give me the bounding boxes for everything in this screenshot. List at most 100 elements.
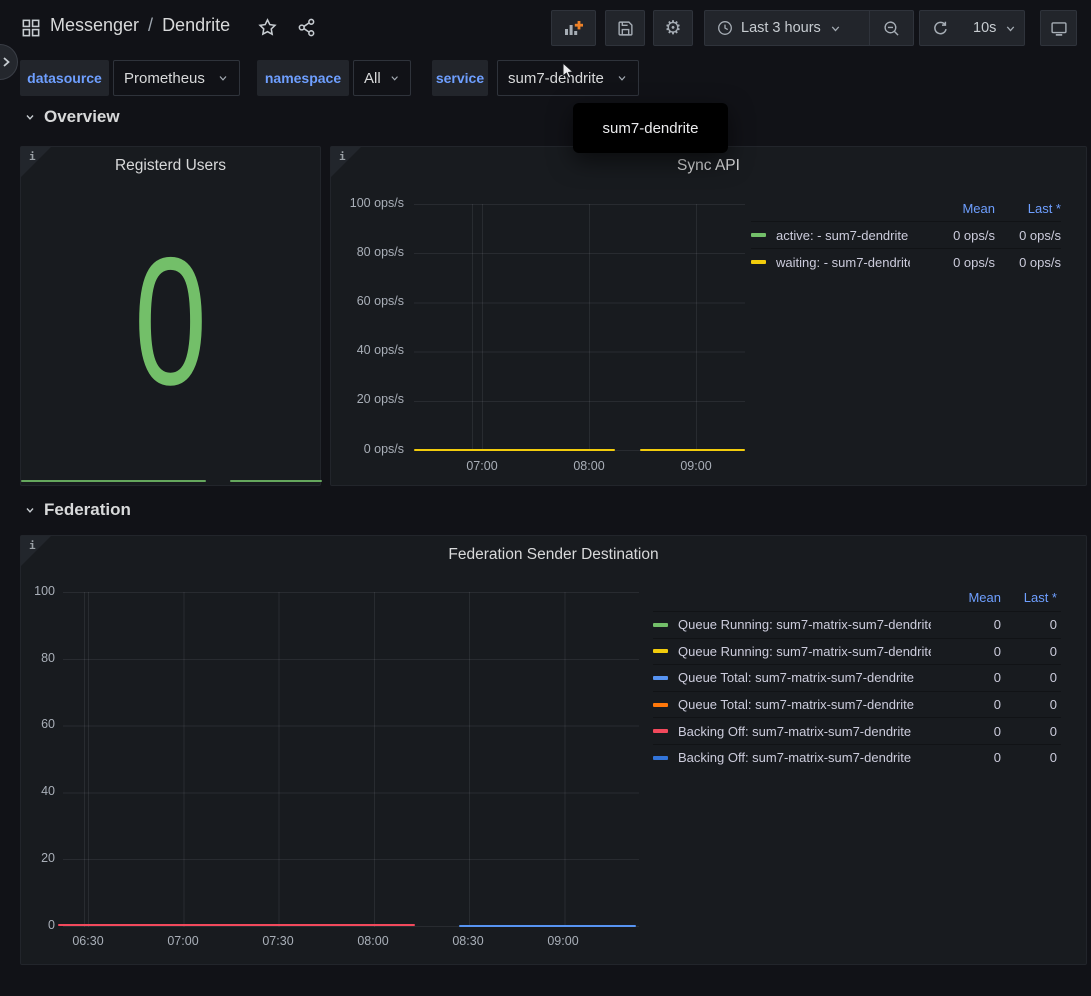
section-overview[interactable]: Overview bbox=[24, 107, 120, 127]
share-icon[interactable] bbox=[297, 18, 316, 37]
time-range-picker[interactable]: Last 3 hours bbox=[705, 11, 869, 45]
legend-header-row: Mean Last * bbox=[751, 195, 1061, 221]
y-tick: 100 bbox=[23, 584, 55, 598]
chevron-down-icon bbox=[24, 111, 36, 123]
dashboard-settings-button[interactable]: ⚙ bbox=[653, 10, 693, 46]
legend-row: Queue Total: sum7-matrix-sum7-dendrite 0… bbox=[653, 664, 1061, 691]
breadcrumb-folder[interactable]: Messenger bbox=[50, 15, 139, 36]
legend-mean-value: 0 bbox=[931, 697, 1001, 712]
legend-mean-header[interactable]: Mean bbox=[910, 201, 995, 216]
variable-label-datasource[interactable]: datasource bbox=[20, 60, 109, 96]
chevron-down-icon bbox=[1004, 22, 1017, 35]
legend-last-header[interactable]: Last * bbox=[995, 201, 1061, 216]
x-tick: 07:30 bbox=[250, 934, 306, 948]
legend-mean-value: 0 bbox=[931, 724, 1001, 739]
x-tick: 09:00 bbox=[668, 459, 724, 473]
y-tick: 80 bbox=[23, 651, 55, 665]
zoom-out-time-button[interactable] bbox=[870, 11, 913, 45]
breadcrumb-separator: / bbox=[148, 15, 153, 36]
stat-value: 0 bbox=[63, 197, 278, 445]
clock-icon bbox=[717, 20, 733, 36]
section-federation[interactable]: Federation bbox=[24, 500, 131, 520]
gear-icon: ⚙ bbox=[664, 19, 681, 38]
variable-value-namespace[interactable]: All bbox=[353, 60, 411, 96]
series-line-backing-off-red bbox=[58, 924, 415, 926]
chevron-down-icon bbox=[217, 72, 229, 84]
series-color-swatch bbox=[653, 649, 668, 653]
legend-series-label[interactable]: Queue Running: sum7-matrix-sum7-dendrite bbox=[678, 644, 931, 659]
x-tick: 06:30 bbox=[60, 934, 116, 948]
legend-row: Backing Off: sum7-matrix-sum7-dendrite 0… bbox=[653, 744, 1061, 771]
refresh-interval-picker[interactable]: 10s bbox=[961, 11, 1029, 45]
chevron-down-icon bbox=[389, 72, 400, 84]
panel-info-corner[interactable] bbox=[21, 536, 51, 566]
legend-series-label[interactable]: Queue Running: sum7-matrix-sum7-dendrite bbox=[678, 617, 931, 632]
sparkline-segment bbox=[230, 480, 322, 482]
y-tick: 0 ops/s bbox=[334, 442, 404, 456]
legend-series-label[interactable]: waiting: - sum7-dendrite bbox=[776, 255, 910, 270]
grafana-dashboard: Messenger / Dendrite ⚙ L bbox=[0, 0, 1091, 996]
y-tick: 0 bbox=[23, 918, 55, 932]
legend-table: Mean Last * Queue Running: sum7-matrix-s… bbox=[653, 583, 1061, 771]
legend-last-header[interactable]: Last * bbox=[1001, 590, 1061, 605]
legend-series-label[interactable]: Queue Total: sum7-matrix-sum7-dendrite bbox=[678, 697, 931, 712]
series-line-waiting bbox=[640, 449, 745, 451]
variable-label-service[interactable]: service bbox=[432, 60, 488, 96]
add-panel-button[interactable] bbox=[551, 10, 596, 46]
legend-row: active: - sum7-dendrite 0 ops/s 0 ops/s bbox=[751, 221, 1061, 248]
legend-row: Queue Total: sum7-matrix-sum7-dendrite 0… bbox=[653, 691, 1061, 718]
legend-last-value: 0 bbox=[1001, 644, 1061, 659]
breadcrumb-dashboard[interactable]: Dendrite bbox=[162, 15, 230, 36]
namespace-value-text: All bbox=[364, 70, 381, 87]
panel-title[interactable]: Federation Sender Destination bbox=[61, 546, 1046, 564]
x-tick: 07:00 bbox=[155, 934, 211, 948]
legend-mean-value: 0 ops/s bbox=[910, 228, 995, 243]
legend-row: waiting: - sum7-dendrite 0 ops/s 0 ops/s bbox=[751, 248, 1061, 275]
panel-info-corner[interactable] bbox=[21, 147, 51, 177]
legend-last-value: 0 bbox=[1001, 617, 1061, 632]
x-tick: 07:00 bbox=[454, 459, 510, 473]
y-tick: 40 ops/s bbox=[334, 343, 404, 357]
panel-title[interactable]: Sync API bbox=[371, 157, 1046, 175]
chevron-down-icon bbox=[24, 504, 36, 516]
save-dashboard-button[interactable] bbox=[605, 10, 645, 46]
datasource-value-text: Prometheus bbox=[124, 70, 205, 87]
info-icon: i bbox=[29, 539, 36, 552]
x-tick: 08:00 bbox=[345, 934, 401, 948]
x-tick: 08:30 bbox=[440, 934, 496, 948]
legend-series-label[interactable]: Backing Off: sum7-matrix-sum7-dendrite bbox=[678, 750, 931, 765]
legend-row: Queue Running: sum7-matrix-sum7-dendrite… bbox=[653, 638, 1061, 665]
legend-mean-value: 0 bbox=[931, 617, 1001, 632]
service-tooltip: sum7-dendrite bbox=[573, 103, 728, 153]
y-tick: 40 bbox=[23, 784, 55, 798]
y-tick: 80 ops/s bbox=[334, 245, 404, 259]
y-tick: 20 ops/s bbox=[334, 392, 404, 406]
legend-series-label[interactable]: Queue Total: sum7-matrix-sum7-dendrite bbox=[678, 670, 931, 685]
panel-info-corner[interactable] bbox=[331, 147, 361, 177]
legend-row: Backing Off: sum7-matrix-sum7-dendrite 0… bbox=[653, 717, 1061, 744]
legend-mean-header[interactable]: Mean bbox=[931, 590, 1001, 605]
panel-registered-users: i Registerd Users 0 bbox=[20, 146, 321, 486]
sidebar-expand-button[interactable] bbox=[0, 44, 18, 80]
x-tick: 09:00 bbox=[535, 934, 591, 948]
tooltip-text: sum7-dendrite bbox=[603, 120, 699, 137]
series-color-swatch bbox=[653, 729, 668, 733]
panel-title[interactable]: Registerd Users bbox=[61, 157, 280, 175]
legend-series-label[interactable]: active: - sum7-dendrite bbox=[776, 228, 910, 243]
series-color-swatch bbox=[653, 676, 668, 680]
variable-value-datasource[interactable]: Prometheus bbox=[113, 60, 240, 96]
y-tick: 20 bbox=[23, 851, 55, 865]
series-color-swatch bbox=[653, 756, 668, 760]
dashboards-grid-icon[interactable] bbox=[22, 19, 40, 37]
variable-label-namespace[interactable]: namespace bbox=[257, 60, 349, 96]
refresh-dashboard-button[interactable] bbox=[920, 11, 961, 45]
tv-mode-button[interactable] bbox=[1040, 10, 1077, 46]
legend-last-value: 0 ops/s bbox=[995, 255, 1061, 270]
legend-last-value: 0 ops/s bbox=[995, 228, 1061, 243]
series-line-waiting bbox=[414, 449, 615, 451]
info-icon: i bbox=[339, 150, 346, 163]
legend-series-label[interactable]: Backing Off: sum7-matrix-sum7-dendrite bbox=[678, 724, 931, 739]
favorite-star-icon[interactable] bbox=[258, 18, 277, 37]
info-icon: i bbox=[29, 150, 36, 163]
series-color-swatch bbox=[653, 703, 668, 707]
